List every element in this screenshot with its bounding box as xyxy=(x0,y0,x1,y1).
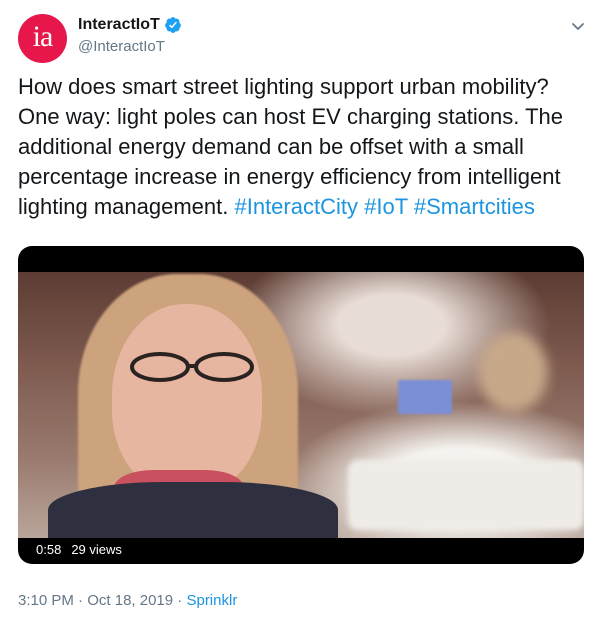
author-handle[interactable]: @InteractIoT xyxy=(78,38,165,55)
avatar-text: ia xyxy=(32,19,54,53)
background-table xyxy=(348,460,584,530)
chevron-down-icon[interactable] xyxy=(570,18,586,34)
tweet-date[interactable]: Oct 18, 2019 xyxy=(87,592,173,609)
meta-separator: · xyxy=(177,592,183,609)
tweet-source-link[interactable]: Sprinklr xyxy=(186,592,237,609)
speaker-jacket xyxy=(48,482,338,538)
video-views: 29 views xyxy=(71,541,122,557)
author-name-row: InteractIoT xyxy=(78,16,182,34)
tweet-meta: 3:10 PM · Oct 18, 2019 · Sprinklr xyxy=(18,592,237,609)
hashtag-link[interactable]: #InteractCity xyxy=(234,194,358,219)
video-duration: 0:58 xyxy=(36,541,62,557)
background-flowers xyxy=(478,332,548,412)
speaker-face xyxy=(112,304,262,494)
video-frame[interactable] xyxy=(18,272,584,538)
tweet-card: ia InteractIoT @InteractIoT How does sma… xyxy=(0,0,604,628)
tweet-time[interactable]: 3:10 PM xyxy=(18,592,74,609)
speaker-glasses xyxy=(130,352,254,382)
hashtag-link[interactable]: #IoT xyxy=(364,194,408,219)
avatar[interactable]: ia xyxy=(18,14,67,63)
meta-separator: · xyxy=(78,592,84,609)
verified-badge-icon xyxy=(164,17,181,33)
hashtag-link[interactable]: #Smartcities xyxy=(414,194,535,219)
background-screen xyxy=(398,380,452,414)
display-name[interactable]: InteractIoT xyxy=(78,16,160,34)
video-info-badge: 0:58 29 views xyxy=(28,538,130,560)
tweet-text: How does smart street lighting support u… xyxy=(18,72,590,222)
video-player[interactable]: 0:58 29 views xyxy=(18,246,584,564)
